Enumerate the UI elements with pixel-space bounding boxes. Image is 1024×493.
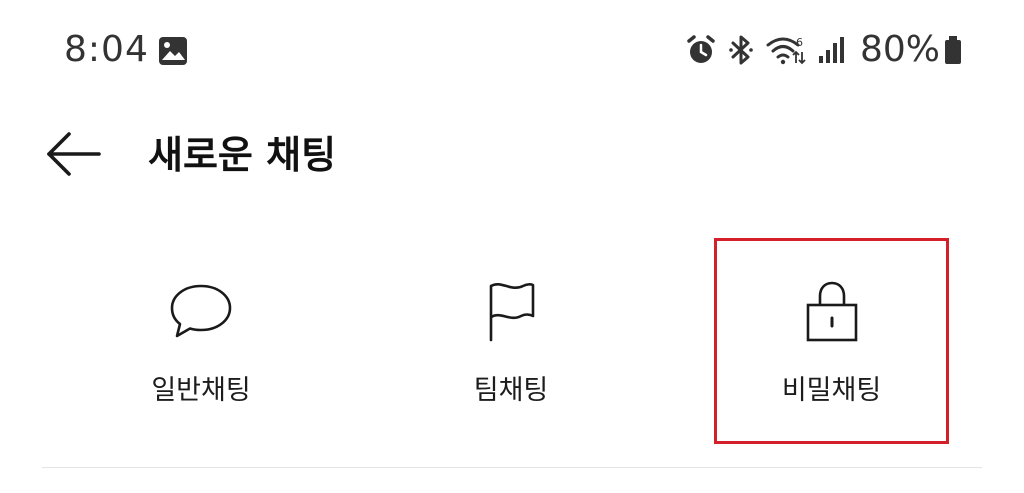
battery-percent: 80% xyxy=(859,29,940,70)
lock-icon xyxy=(797,276,867,346)
divider xyxy=(42,467,982,468)
arrow-left-icon xyxy=(45,131,101,181)
speech-bubble-icon xyxy=(166,276,236,346)
status-bar: 8:04 6 80% xyxy=(0,0,1024,100)
option-general-chat[interactable]: 일반채팅 xyxy=(86,238,316,444)
bluetooth-icon xyxy=(728,34,754,66)
gallery-icon xyxy=(158,36,188,66)
alarm-icon xyxy=(686,34,716,66)
status-icons: 6 80% xyxy=(674,30,962,70)
page-title: 새로운 채팅 xyxy=(148,133,337,177)
back-button[interactable] xyxy=(40,128,106,184)
signal-icon xyxy=(818,34,846,66)
option-team-chat[interactable]: 팀채팅 xyxy=(396,238,626,444)
battery-icon xyxy=(944,34,962,66)
option-label: 비밀채팅 xyxy=(781,375,882,406)
status-time: 8:04 xyxy=(64,29,149,70)
wifi-icon: 6 xyxy=(766,34,806,66)
option-label: 팀채팅 xyxy=(473,375,549,406)
option-secret-chat[interactable]: 비밀채팅 xyxy=(714,238,949,444)
flag-icon xyxy=(476,276,546,346)
chat-type-options: 일반채팅 팀채팅 비밀채팅 xyxy=(0,238,1024,444)
app-bar: 새로운 채팅 xyxy=(0,110,1024,200)
option-label: 일반채팅 xyxy=(151,375,251,406)
svg-text:6: 6 xyxy=(796,36,803,49)
